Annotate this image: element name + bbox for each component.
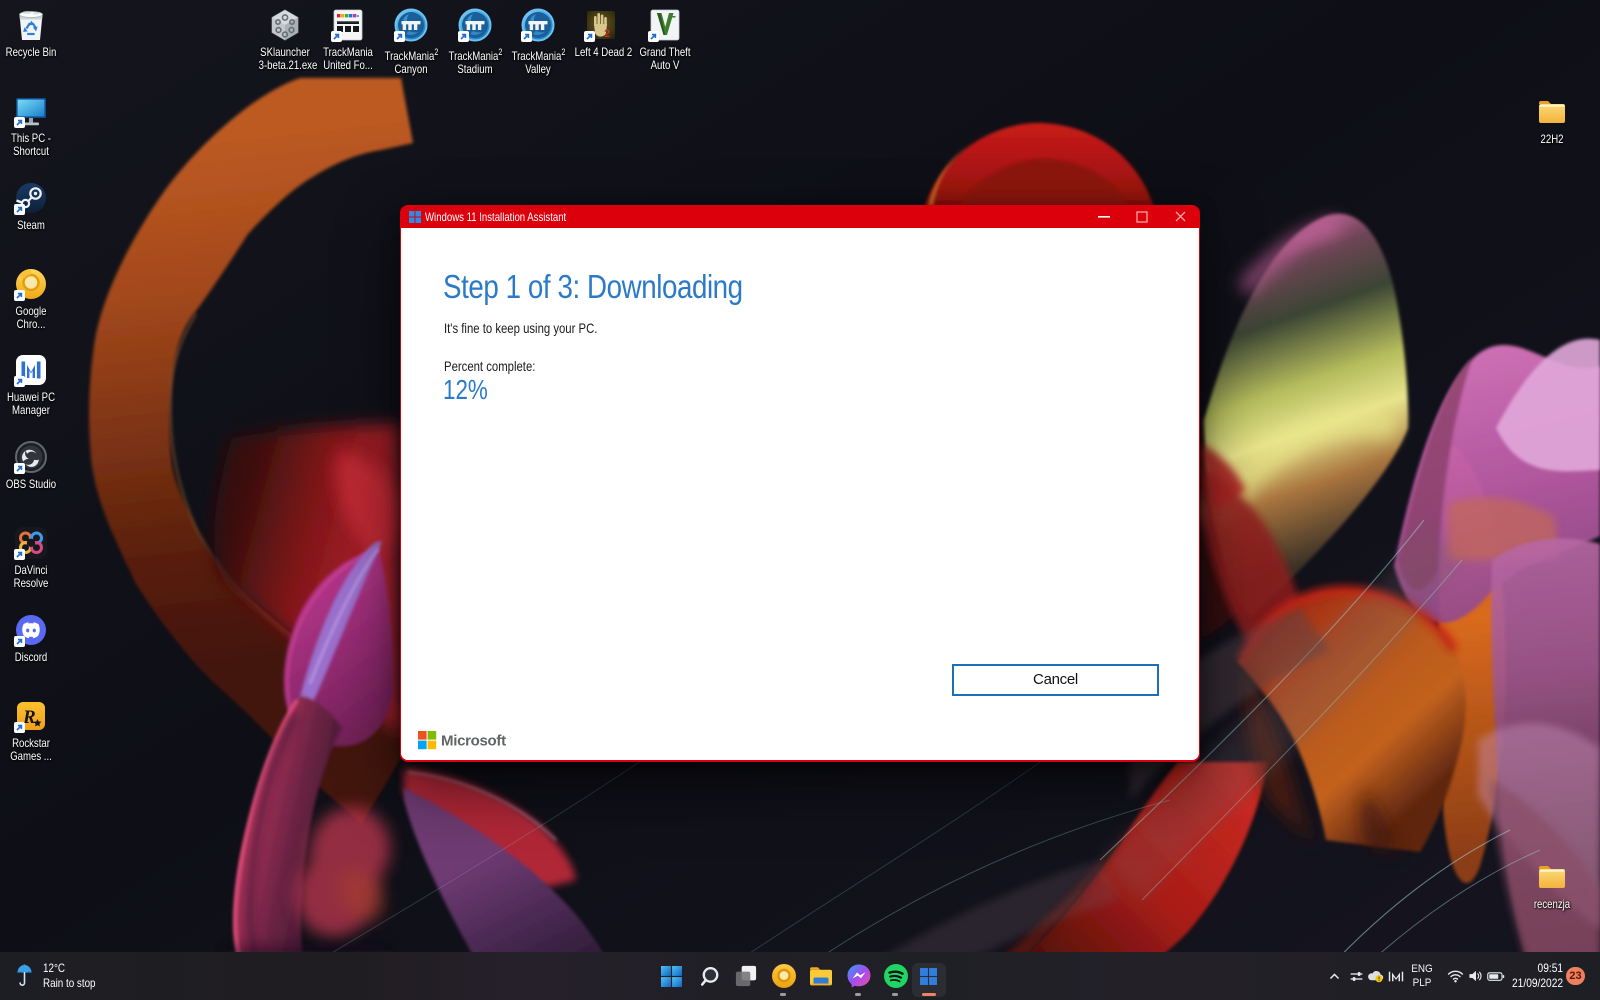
svg-text:2: 2 <box>604 28 610 40</box>
svg-text:Microsoft: Microsoft <box>441 733 506 750</box>
